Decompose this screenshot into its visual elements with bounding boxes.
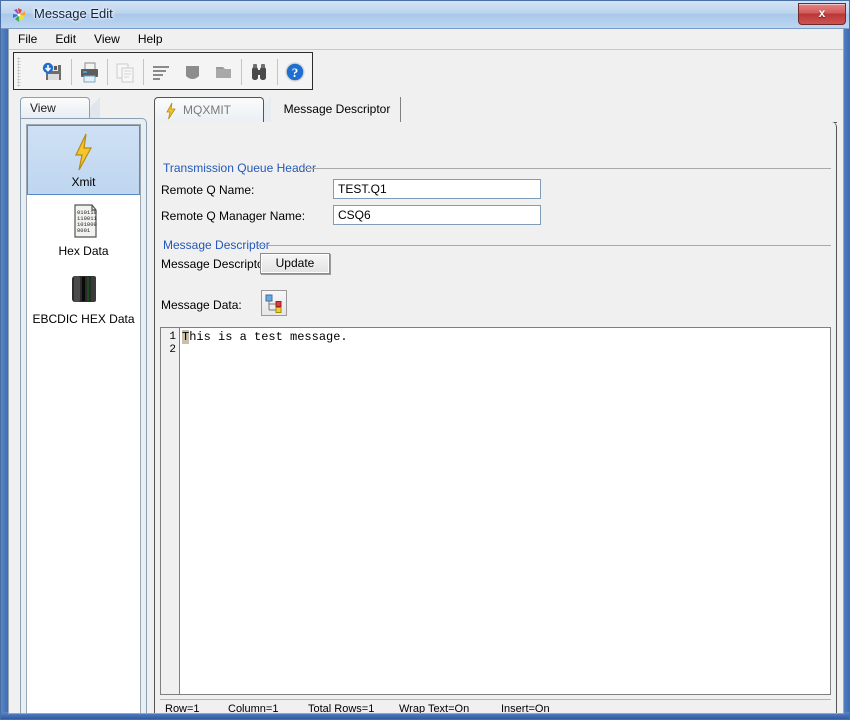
section-title-transmission-queue-header: Transmission Queue Header (163, 161, 322, 175)
toolbar-print-button[interactable] (74, 57, 104, 87)
section-rule (303, 168, 831, 169)
help-question-icon: ? (285, 62, 305, 82)
copy-icon (116, 63, 134, 83)
line-number: 2 (169, 344, 176, 356)
tape-reel-icon (27, 269, 140, 311)
toolbar-grip-handle[interactable] (17, 57, 21, 87)
toolbar-separator (71, 59, 72, 85)
view-tab-label: View (30, 101, 56, 115)
status-column: Column=1 (228, 703, 279, 714)
menu-item-view[interactable]: View (85, 29, 129, 48)
menu-bar: File Edit View Help (9, 29, 843, 50)
main-panel-body: Transmission Queue Header Remote Q Name:… (154, 122, 837, 714)
menu-item-help[interactable]: Help (129, 29, 172, 48)
application-window: Message Edit x File Edit View Help ? Vie… (0, 0, 850, 720)
window-frame-left (1, 29, 8, 719)
toolbar-copy-button[interactable] (110, 57, 140, 87)
view-item-hex-data[interactable]: 010110 110011 101000 0001 Hex Data (27, 195, 140, 263)
remote-q-name-input[interactable] (333, 179, 541, 199)
view-item-label: Hex Data (58, 244, 109, 258)
window-title: Message Edit (34, 6, 113, 21)
toolbar-help-button[interactable]: ? (280, 57, 310, 87)
tab-mqxmit[interactable]: MQXMIT (154, 97, 264, 123)
view-item-list: Xmit 010110 110011 101000 0001 Hex Data … (26, 124, 141, 713)
print-icon (81, 62, 98, 83)
status-total-rows: Total Rows=1 (308, 703, 375, 714)
toolbar-separator (241, 59, 242, 85)
toolbar-paste-button[interactable] (177, 57, 207, 87)
update-button[interactable]: Update (260, 253, 330, 274)
editor-text-content[interactable]: This is a test message. (182, 330, 348, 344)
toolbar-format-button[interactable] (146, 57, 176, 87)
label-remote-q-name: Remote Q Name: (161, 183, 255, 197)
tab-message-descriptor[interactable]: Message Descriptor (274, 97, 401, 123)
toolbar-separator (107, 59, 108, 85)
label-remote-q-manager-name: Remote Q Manager Name: (161, 209, 306, 223)
status-wrap-text: Wrap Text=On (399, 703, 470, 714)
lightning-bolt-icon (28, 132, 139, 174)
view-item-xmit[interactable]: Xmit (27, 125, 140, 195)
main-tab-strip: MQXMIT Message Descriptor (154, 97, 837, 123)
view-tab[interactable]: View (20, 97, 90, 119)
remote-q-manager-name-input[interactable] (333, 205, 541, 225)
clipboard-paste-icon (186, 66, 199, 79)
toolbar-find-button[interactable] (244, 57, 274, 87)
view-panel-body: Xmit 010110 110011 101000 0001 Hex Data … (20, 118, 147, 713)
editor-line-1-text: his is a test message. (189, 330, 348, 344)
label-message-descriptor: Message Descriptor (161, 257, 268, 271)
message-data-editor[interactable]: 1 2 This is a test message. (160, 327, 831, 695)
close-button[interactable]: x (798, 3, 846, 25)
close-icon: x (818, 6, 826, 20)
status-insert: Insert=On (501, 703, 550, 714)
title-bar: Message Edit x (1, 1, 849, 29)
menu-item-file[interactable]: File (9, 29, 46, 48)
toolbar: ? (13, 52, 313, 90)
message-data-tree-button[interactable] (261, 290, 287, 316)
line-number-gutter: 1 2 (161, 328, 180, 694)
main-panel: MQXMIT Message Descriptor Transmission Q… (154, 97, 837, 714)
line-number: 1 (169, 331, 176, 343)
pinwheel-icon (11, 7, 27, 23)
client-area: File Edit View Help ? View Xmit 010110 1… (8, 29, 844, 714)
save-icon (42, 62, 61, 80)
view-panel: View Xmit 010110 110011 101000 0001 Hex … (20, 97, 147, 713)
toolbar-folder-button[interactable] (208, 57, 238, 87)
view-item-ebcdic-hex-data[interactable]: EBCDIC HEX Data (27, 263, 140, 331)
svg-text:?: ? (292, 65, 299, 80)
toolbar-separator (277, 59, 278, 85)
format-lines-icon (153, 66, 169, 80)
folder-icon (216, 67, 231, 78)
view-item-label: Xmit (71, 175, 96, 189)
binary-document-icon: 010110 110011 101000 0001 (27, 201, 140, 243)
svg-text:0001: 0001 (77, 227, 91, 234)
status-row: Row=1 (165, 703, 200, 714)
toolbar-save-button[interactable] (38, 57, 68, 87)
binoculars-find-icon (252, 64, 266, 80)
view-item-label: EBCDIC HEX Data (32, 312, 135, 326)
label-message-data: Message Data: (161, 298, 242, 312)
tree-structure-icon (265, 294, 282, 313)
tab-mqxmit-label: MQXMIT (183, 103, 231, 117)
section-rule (258, 245, 831, 246)
status-bar: Row=1 Column=1 Total Rows=1 Wrap Text=On… (160, 699, 831, 714)
toolbar-separator (143, 59, 144, 85)
tab-message-descriptor-label: Message Descriptor (283, 102, 391, 116)
lightning-bolt-icon (165, 102, 177, 123)
menu-item-edit[interactable]: Edit (46, 29, 85, 48)
